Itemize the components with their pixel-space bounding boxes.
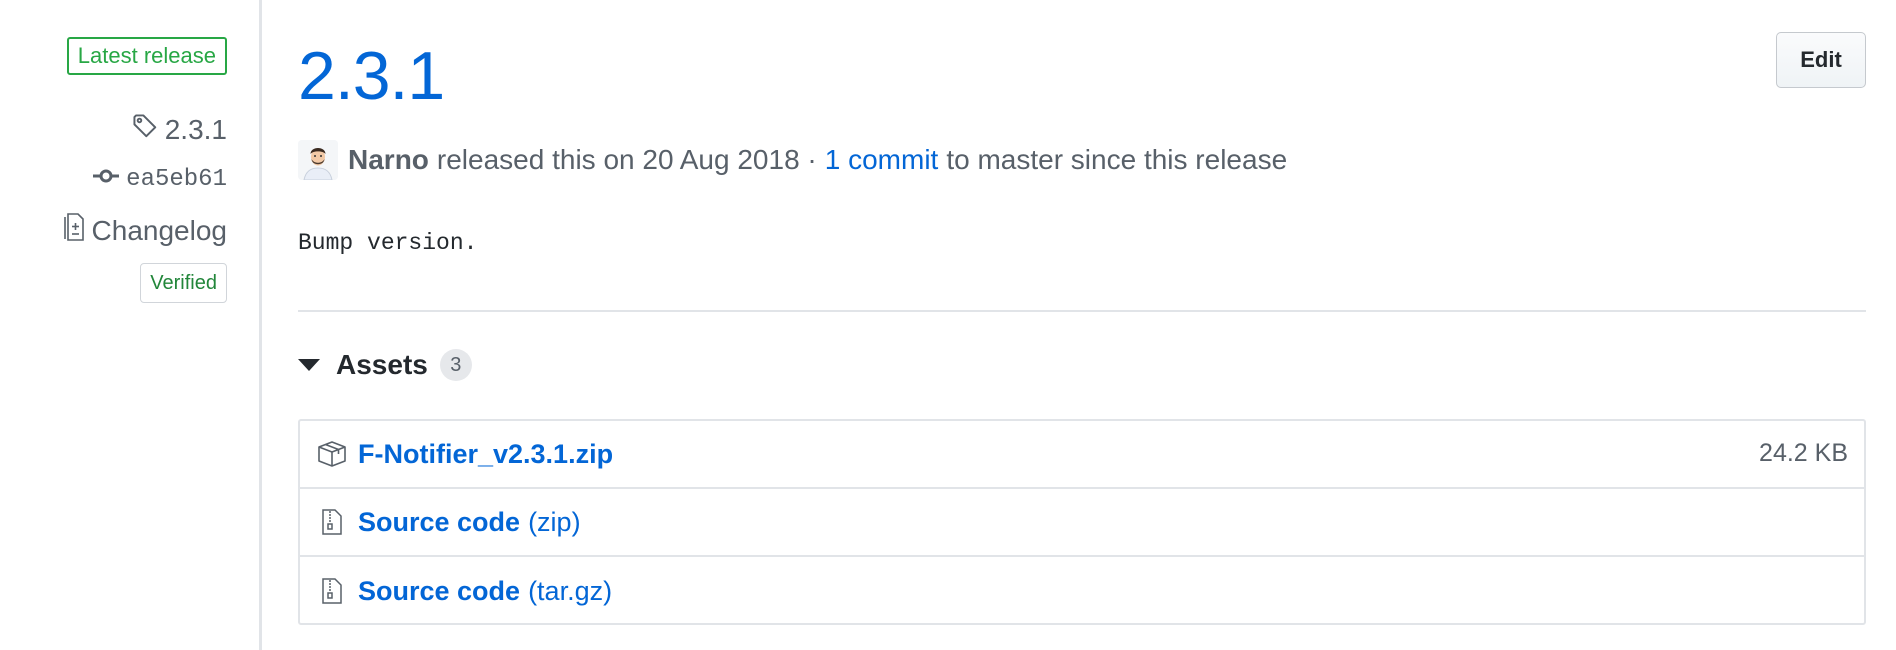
divider xyxy=(298,310,1866,312)
commits-since-link[interactable]: 1 commit xyxy=(825,144,939,176)
release-page: Latest release 2.3.1 ea5eb61 Changelog V… xyxy=(0,0,1896,650)
assets-label: Assets xyxy=(336,349,428,380)
avatar[interactable] xyxy=(298,140,338,180)
latest-release-badge: Latest release xyxy=(66,37,227,75)
changelog-link[interactable]: Changelog xyxy=(63,212,227,249)
file-zip-icon xyxy=(316,575,348,607)
release-main: Edit 2.3.1 Narno released this on 20 Aug… xyxy=(298,0,1866,650)
asset-download-link[interactable]: F-Notifier_v2.3.1.zip xyxy=(358,439,613,470)
asset-size: 24.2 KB xyxy=(1759,439,1848,467)
file-zip-icon xyxy=(316,506,348,538)
tag-icon xyxy=(132,113,158,146)
source-targz-suffix[interactable]: (tar.gz) xyxy=(528,576,612,607)
released-text: released this on 20 Aug 2018 · xyxy=(436,144,817,175)
commits-suffix: to master since this release xyxy=(946,144,1288,175)
verified-badge[interactable]: Verified xyxy=(140,263,227,303)
release-sidebar: Latest release 2.3.1 ea5eb61 Changelog V… xyxy=(0,0,262,650)
commit-link[interactable]: ea5eb61 xyxy=(93,166,227,193)
tag-link[interactable]: 2.3.1 xyxy=(132,113,227,146)
release-notes: Bump version. xyxy=(298,230,478,256)
assets-toggle[interactable]: Assets 3 xyxy=(298,349,472,381)
asset-row: Source code (tar.gz) xyxy=(300,557,1864,625)
release-title-link[interactable]: 2.3.1 xyxy=(298,42,445,110)
caret-down-icon xyxy=(298,359,320,371)
git-commit-icon xyxy=(93,166,120,193)
source-targz-link[interactable]: Source code xyxy=(358,576,520,607)
release-meta: Narno released this on 20 Aug 2018 · 1 c… xyxy=(298,140,1287,180)
commit-sha: ea5eb61 xyxy=(126,166,227,193)
asset-row: F-Notifier_v2.3.1.zip 24.2 KB xyxy=(300,421,1864,489)
tag-label: 2.3.1 xyxy=(164,113,227,145)
file-diff-icon xyxy=(63,212,85,249)
changelog-label: Changelog xyxy=(91,214,227,246)
package-icon xyxy=(316,438,348,470)
assets-count-badge: 3 xyxy=(439,349,472,381)
assets-list: F-Notifier_v2.3.1.zip 24.2 KB Source cod… xyxy=(298,419,1866,625)
author-link[interactable]: Narno xyxy=(348,144,429,176)
asset-row: Source code (zip) xyxy=(300,489,1864,557)
source-zip-suffix[interactable]: (zip) xyxy=(528,507,581,538)
source-zip-link[interactable]: Source code xyxy=(358,507,520,538)
edit-release-button[interactable]: Edit xyxy=(1776,32,1866,88)
